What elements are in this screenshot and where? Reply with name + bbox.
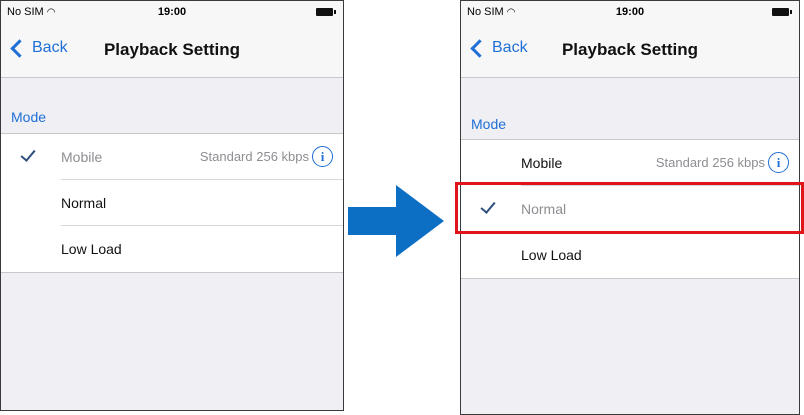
mode-row-normal[interactable]: Normal [1, 180, 343, 226]
phone-screen-before: No SIM ◠ 19:00 Back Playback Setting Mode… [0, 0, 344, 411]
navigation-bar: Back Playback Setting [461, 25, 799, 78]
mode-detail-bitrate: Standard 256 kbps [199, 149, 309, 164]
battery-icon [316, 8, 336, 16]
section-header-mode: Mode [471, 116, 507, 132]
info-icon[interactable]: i [312, 146, 333, 167]
section-header-mode: Mode [11, 109, 47, 125]
mode-row-mobile[interactable]: Mobile Standard 256 kbps i [1, 134, 343, 180]
battery-icon [772, 8, 792, 16]
selection-highlight-box [455, 182, 804, 234]
info-icon[interactable]: i [768, 152, 789, 173]
mode-label-low-load: Low Load [61, 241, 122, 257]
page-title: Playback Setting [103, 40, 241, 59]
status-bar: No SIM ◠ 19:00 [461, 1, 799, 25]
status-time: 19:00 [157, 6, 187, 18]
navigation-bar: Back Playback Setting [1, 25, 343, 78]
page-title: Playback Setting [561, 40, 699, 59]
status-time: 19:00 [615, 6, 645, 18]
mode-label-low-load: Low Load [521, 247, 582, 263]
transition-arrow-icon [348, 185, 444, 257]
mode-row-low-load[interactable]: Low Load [461, 232, 799, 278]
checkmark-icon [20, 146, 36, 162]
status-bar: No SIM ◠ 19:00 [1, 1, 343, 25]
mode-label-mobile: Mobile [61, 149, 103, 165]
mode-list: Mobile Standard 256 kbps i Normal Low Lo… [1, 133, 343, 273]
mode-detail-bitrate: Standard 256 kbps [655, 155, 765, 170]
mode-label-mobile: Mobile [521, 155, 563, 171]
mode-row-mobile[interactable]: Mobile Standard 256 kbps i [461, 140, 799, 186]
mode-label-normal: Normal [61, 195, 107, 211]
mode-row-low-load[interactable]: Low Load [1, 226, 343, 272]
